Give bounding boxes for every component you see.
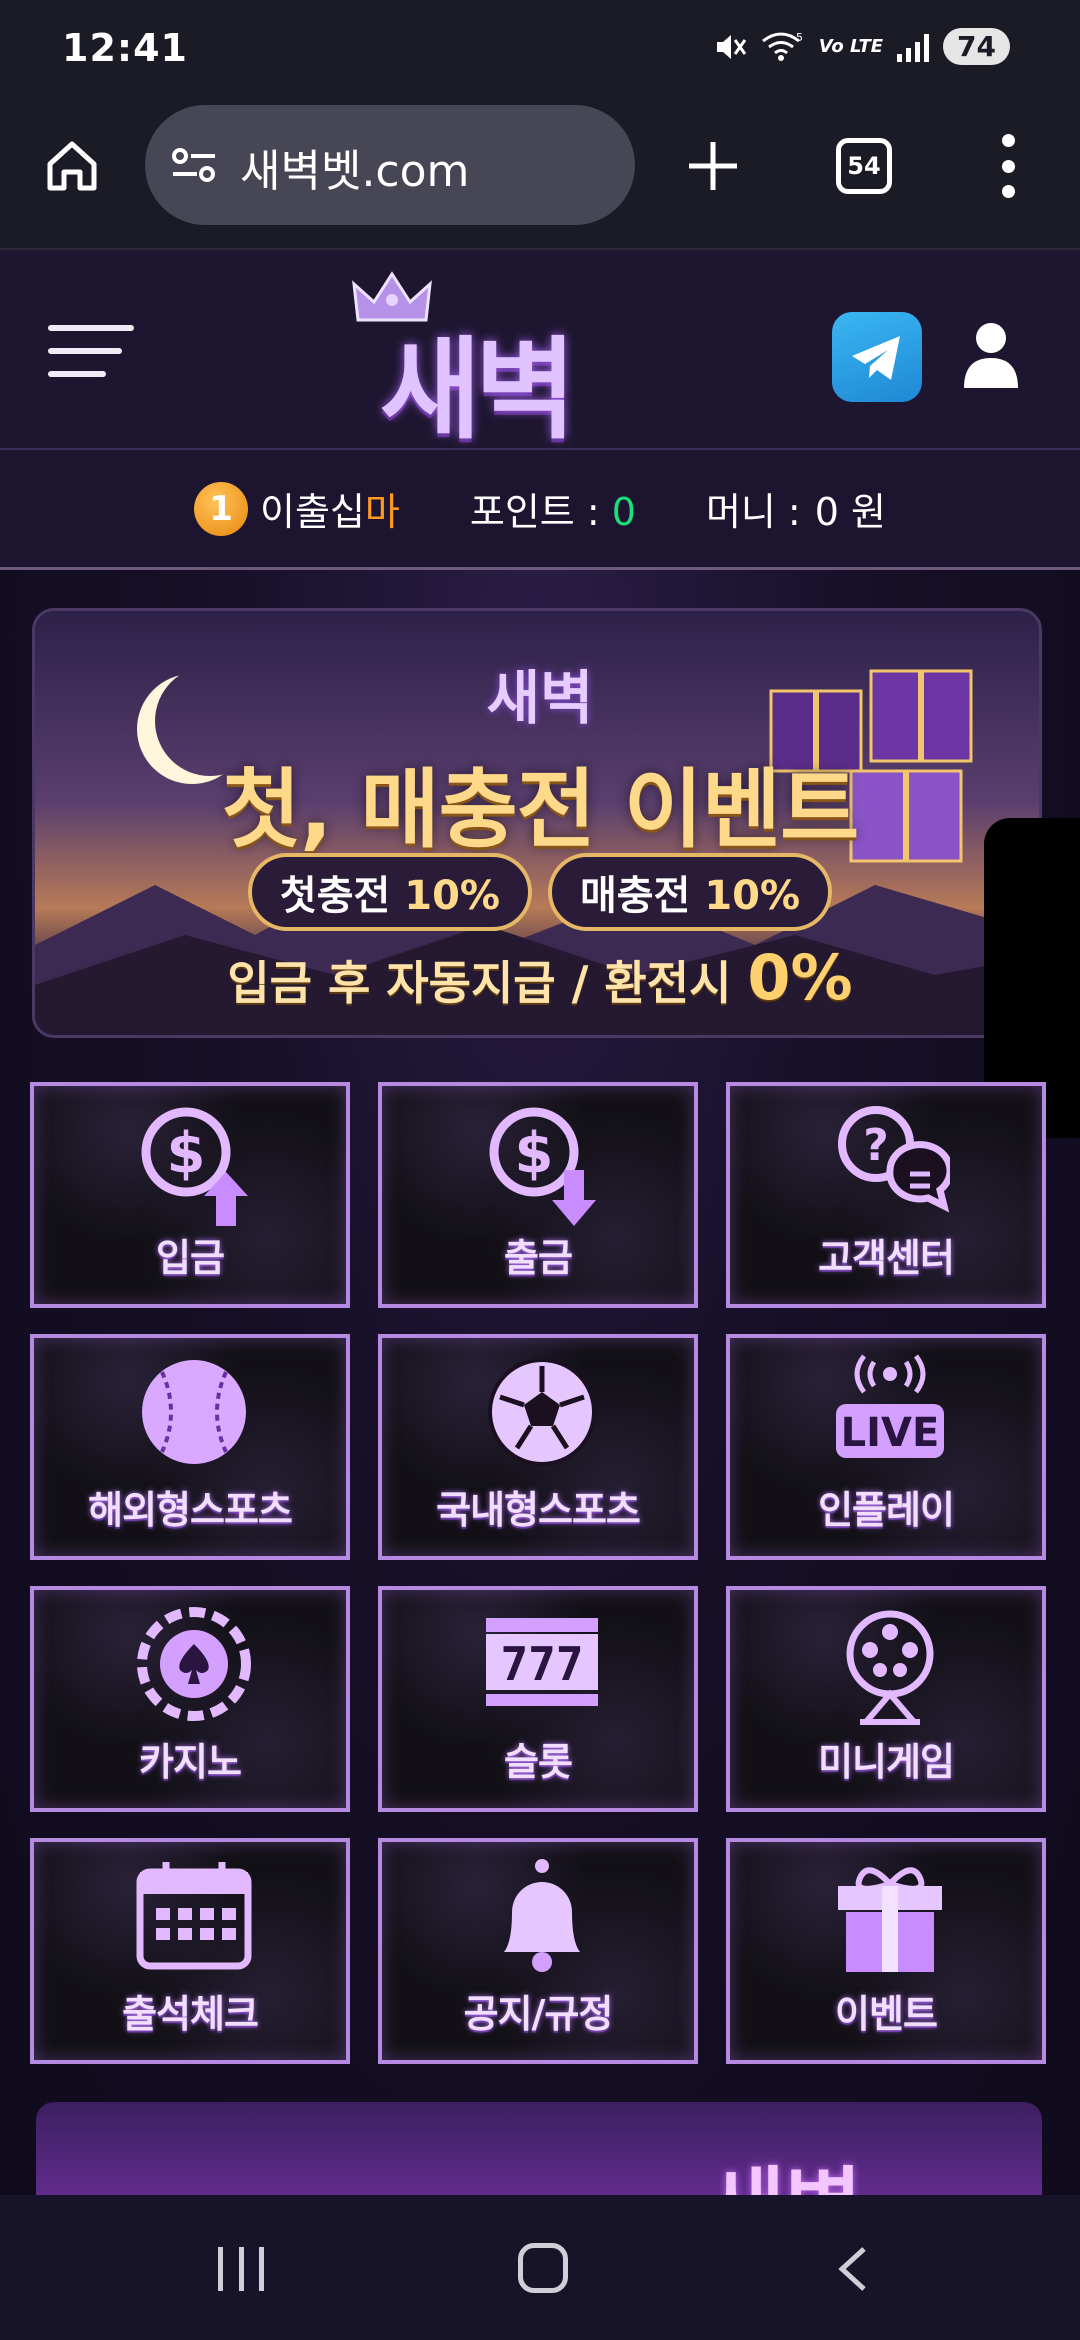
site-page: 새벽 1 이출십 마 포인트 : 0 머니 : 0 원 새벽 첫, 매충전 이벤… xyxy=(0,250,1080,2195)
menu-tile-inplay[interactable]: LIVE 인플레이 xyxy=(726,1334,1046,1560)
menu-tile-deposit[interactable]: $ 입금 xyxy=(30,1082,350,1308)
first-charge-pill: 첫충전 10% xyxy=(247,853,532,931)
battery-icon: 74 xyxy=(943,28,1010,65)
plus-icon[interactable] xyxy=(685,138,741,194)
home-icon[interactable] xyxy=(42,136,102,196)
menu-label: 해외형스포츠 xyxy=(88,1488,293,1532)
user-icon[interactable] xyxy=(962,318,1020,390)
url-text: 새벽벳.com xyxy=(240,146,470,197)
slot-digits: 777 xyxy=(500,1637,583,1691)
system-nav-bar xyxy=(0,2195,1080,2340)
status-time: 12:41 xyxy=(62,26,188,70)
casino-chip-icon xyxy=(137,1607,251,1721)
menu-label: 출금 xyxy=(504,1236,573,1280)
wifi-icon: 5 xyxy=(761,31,803,61)
menu-label: 국내형스포츠 xyxy=(436,1488,641,1532)
banner-title: 첫, 매충전 이벤트 xyxy=(221,760,859,860)
banner-subtitle-value: 0% xyxy=(747,941,853,1014)
address-bar[interactable]: 새벽벳.com xyxy=(145,105,635,225)
points-label: 포인트 : xyxy=(469,490,600,534)
first-charge-value: 10% xyxy=(404,873,500,919)
live-icon: LIVE xyxy=(836,1354,944,1458)
menu-tile-attendance[interactable]: 출석체크 xyxy=(30,1838,350,2064)
every-charge-value: 10% xyxy=(704,873,801,919)
menu-tile-minigame[interactable]: 미니게임 xyxy=(726,1586,1046,1812)
banner-subtitle: 입금 후 자동지급 / 환전시 0% xyxy=(35,941,1039,1014)
more-icon[interactable] xyxy=(998,134,1018,198)
menu-tile-withdraw[interactable]: $ 출금 xyxy=(378,1082,698,1308)
menu-label: 입금 xyxy=(156,1236,225,1280)
promo-banner-peek[interactable]: 새벽 xyxy=(36,2102,1042,2195)
live-badge-text: LIVE xyxy=(841,1410,940,1456)
money-label: 머니 : xyxy=(705,490,801,534)
menu-label: 고객센터 xyxy=(818,1236,955,1280)
slot-machine-icon: 777 xyxy=(486,1618,598,1706)
event-banner[interactable]: 새벽 첫, 매충전 이벤트 첫충전 10% 매충전 10% 입금 후 자동지급 … xyxy=(32,608,1042,1038)
site-header: 새벽 xyxy=(0,250,1080,454)
mute-icon xyxy=(716,34,746,59)
support-chat-icon: ? xyxy=(838,1106,950,1213)
menu-label: 카지노 xyxy=(139,1740,242,1784)
money-value: 0 원 xyxy=(814,490,886,534)
menu-tile-notice[interactable]: 공지/규정 xyxy=(378,1838,698,2064)
level-badge: 1 xyxy=(194,481,249,536)
menu-tile-overseas-sports[interactable]: 해외형스포츠 xyxy=(30,1334,350,1560)
svg-text:$: $ xyxy=(167,1121,206,1186)
menu-tile-casino[interactable]: 카지노 xyxy=(30,1586,350,1812)
menu-tile-event[interactable]: 이벤트 xyxy=(726,1838,1046,2064)
gift-icon xyxy=(838,1867,942,1972)
menu-tile-slot[interactable]: 777 슬롯 xyxy=(378,1586,698,1812)
signal-icon xyxy=(897,32,930,62)
soccer-ball-icon xyxy=(488,1358,596,1466)
money[interactable]: 머니 : 0 원 xyxy=(706,481,886,536)
user-level: 1 이출십 마 xyxy=(194,481,400,536)
withdraw-icon: $ xyxy=(489,1107,596,1226)
menu-label: 인플레이 xyxy=(818,1488,955,1532)
logo-text: 새벽 xyxy=(379,326,576,454)
home-nav-icon[interactable] xyxy=(518,2243,568,2293)
menu-label: 출석체크 xyxy=(122,1992,259,2036)
wifi-band-label: 5 xyxy=(796,31,803,44)
menu-label: 미니게임 xyxy=(818,1740,955,1784)
back-icon[interactable] xyxy=(832,2245,872,2293)
status-bar: 12:41 5 Vo LTE 74 xyxy=(0,0,1080,100)
every-charge-pill: 매충전 10% xyxy=(548,853,833,931)
user-info-bar: 1 이출십 마 포인트 : 0 머니 : 0 원 xyxy=(0,450,1080,570)
banner-pills: 첫충전 10% 매충전 10% xyxy=(35,853,1039,931)
every-charge-label: 매충전 xyxy=(580,873,691,919)
volte-icon: Vo LTE xyxy=(818,36,884,57)
recent-apps-icon[interactable] xyxy=(218,2247,264,2291)
menu-tile-domestic-sports[interactable]: 국내형스포츠 xyxy=(378,1334,698,1560)
calendar-icon xyxy=(136,1862,252,1970)
svg-text:?: ? xyxy=(863,1120,889,1171)
svg-text:$: $ xyxy=(515,1121,554,1186)
site-logo[interactable]: 새벽 xyxy=(340,270,610,454)
baseball-icon xyxy=(142,1360,246,1464)
lottery-wheel-icon xyxy=(846,1610,934,1725)
menu-icon[interactable] xyxy=(48,325,134,381)
menu-label: 슬롯 xyxy=(504,1740,573,1784)
nickname-accent: 마 xyxy=(364,490,400,534)
first-charge-label: 첫충전 xyxy=(279,873,391,919)
menu-label: 이벤트 xyxy=(835,1992,938,2036)
status-icons: 5 Vo LTE 74 xyxy=(713,28,1010,65)
menu-tile-support[interactable]: ? 고객센터 xyxy=(726,1082,1046,1308)
points[interactable]: 포인트 : 0 xyxy=(470,481,636,536)
menu-label: 공지/규정 xyxy=(463,1992,614,2036)
bell-icon xyxy=(504,1859,580,1972)
banner-subtitle-text: 입금 후 자동지급 / 환전시 xyxy=(227,956,732,1010)
promo-peek-text: 새벽 xyxy=(707,2140,862,2195)
browser-toolbar: 새벽벳.com 54 xyxy=(0,100,1080,250)
deposit-icon: $ xyxy=(141,1107,248,1226)
tabs-icon[interactable]: 54 xyxy=(836,138,892,194)
menu-grid: $ 입금 $ 출금 ? 고객센터 해외형스포츠 국내형스포츠 LIVE 인플레이… xyxy=(30,1082,1050,2064)
telegram-icon[interactable] xyxy=(832,312,922,402)
nickname: 이출십 xyxy=(260,490,365,534)
points-value: 0 xyxy=(611,490,636,534)
banner-brand: 새벽 xyxy=(486,664,594,732)
site-settings-icon[interactable] xyxy=(171,145,217,185)
